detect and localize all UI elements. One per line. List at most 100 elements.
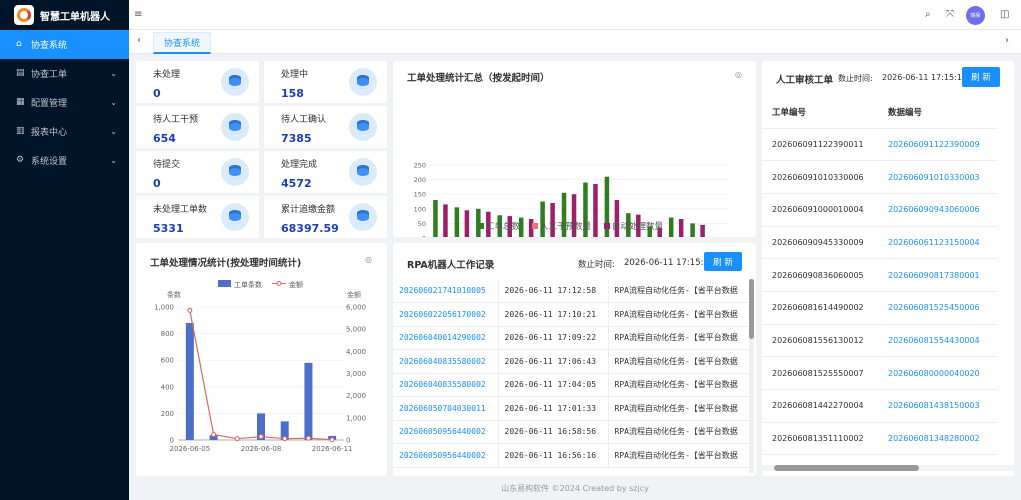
tab-xccha[interactable]: 协查系统 [153,32,212,54]
app-title: 智慧工单机器人 [40,11,110,23]
review-table: 工单编号 数据编号 20260609112239001​1 202606091122… [762,96,997,456]
sidebar-item-label: 协查工单 [31,70,68,80]
stat-pending-submit: 待提交 0 [136,151,259,193]
table-row: 20260608135111000​2 20260608134828000​2 [762,422,997,456]
table-row: 20260605095644000​2 2026-06-11 16:58:56 RP… [393,420,751,444]
record-time: 2026-06-11 17:09:22 [497,326,608,350]
avatar[interactable]: 瑞易 [966,6,985,25]
config-icon: ▦ [16,97,25,107]
chevron-right-icon[interactable]: › [1005,35,1009,46]
table-row: 20260604083558000​2 2026-06-11 17:04:05 RP… [393,373,751,397]
sidebar-item-settings[interactable]: ⚙ 系统设置 ⌄ [0,146,129,175]
sidebar-item-config[interactable]: ▦ 配置管理 ⌄ [0,88,129,117]
topbar: ≡ ⌕ ⤧ 瑞易 ◫ [129,0,1021,30]
task-desc: RPA流程自动化任务-【省平台数据 [607,279,751,303]
stat-label: 未处理工单数 [153,205,208,215]
data-id-link[interactable]: 20260608155443000​4 [878,324,997,358]
stat-value: 0 [153,87,161,100]
database-icon [349,158,377,186]
ticket-id-link[interactable]: 20260604083558000​2 [393,349,498,374]
ticket-id-link[interactable]: 20260605095644000​2 [393,443,498,468]
stat-label: 待提交 [153,160,181,170]
y-tick-label: 0 [422,235,426,238]
table-row: 20260608144227000​4 20260608143815000​3 [762,389,997,423]
legend-label: 工单总数 [486,221,521,232]
layout-icon[interactable]: ◫ [1000,9,1009,20]
summary-chart-card: 工单处理统计汇总（按发起时间） ◎ 0501001502002502026-05… [393,61,756,237]
data-id-link[interactable]: 20260608143815000​3 [878,389,997,423]
chevron-down-icon: ⌄ [110,156,117,165]
ticket-id-link[interactable]: 20260604001429000​2 [393,326,498,350]
ticket-id-link[interactable]: 20260604083558000​2 [393,373,498,397]
footer: 山东易构软件 ©2024 Created by szjcy [501,484,649,493]
ticket-id-link[interactable]: 20260605070403001​1 [393,396,498,421]
review-card: 人工审核工单 数止时间: 2026-06-11 17:15:17 刷 新 工单编… [762,61,1014,476]
table-row: 20260609083606000​5 20260609081738000​1 [762,258,997,292]
data-id-link[interactable]: 20260609094306000​6 [878,193,997,227]
rpa-table: 20260602174101000​5 2026-06-11 17:12:58 RP… [393,279,751,468]
ticket-id: 20260609083606000​5 [762,258,878,292]
table-row: 20260609094533000​9 20260606112315000​4 [762,226,997,260]
chevron-down-icon: ⌄ [110,98,117,107]
data-id-link[interactable]: 20260608000004002​0 [878,356,997,390]
ticket-id-link[interactable]: 20260602205617000​2 [393,302,498,327]
record-time: 2026-06-11 17:06:43 [497,349,608,374]
data-id-link[interactable]: 20260608134828000​2 [878,422,997,456]
menu-toggle-icon[interactable]: ≡ [134,9,142,20]
stat-value: 654 [153,132,176,145]
data-id-link[interactable]: 20260608152545000​6 [878,291,997,325]
database-icon [221,203,249,231]
line-point [282,436,288,442]
stat-recovered-amount: 累计追缴金额 68397.59 [264,196,387,238]
bar-自动处理数量 [700,224,705,237]
sidebar-item-label: 系统设置 [31,157,68,167]
ticket-id: 20260608144227000​4 [762,389,878,423]
data-id-link[interactable]: 20260609081738000​1 [878,258,997,292]
stat-label: 待人工干预 [153,115,199,125]
bar-工单总数 [668,217,674,237]
task-desc: RPA流程自动化任务-【省平台数据 [607,443,751,468]
data-id-link[interactable]: 20260609112239000​9 [878,128,997,162]
ticket-id: 20260608135111000​2 [762,422,878,456]
record-time: 2026-06-11 16:56:16 [497,443,608,468]
y-tick-label: 800 [161,330,174,338]
rpa-refresh-button[interactable]: 刷 新 [704,252,742,271]
sidebar-item-tickets[interactable]: ▤ 协查工单 ⌄ [0,59,129,88]
summary-chart: 0501001502002502026-05-282026-05-292026-… [414,162,730,238]
record-time: 2026-06-11 17:10:21 [497,302,608,327]
search-icon[interactable]: ⌕ [925,9,931,20]
data-id-link[interactable]: 20260606112315000​4 [878,226,997,260]
database-icon [221,158,249,186]
legend-swatch [532,223,538,229]
bar-自动处理数量 [443,204,448,237]
database-icon [349,68,377,96]
bar-count [304,362,313,440]
stat-value: 0 [153,177,161,190]
ticket-id-link[interactable]: 20260605095644000​2 [393,420,498,444]
chevron-left-icon[interactable]: ‹ [137,35,141,46]
sidebar-item-reports[interactable]: ▥ 报表中心 ⌄ [0,117,129,146]
review-refresh-button[interactable]: 刷 新 [962,67,1000,87]
stat-value: 68397.59 [281,222,339,235]
bar-自动处理数量 [464,210,470,237]
table-row: 20260604083558000​2 2026-06-11 17:06:43 RP… [393,349,751,374]
database-icon [349,113,377,141]
y-tick-label: 0 [170,437,174,445]
y2-tick-label: 2,000 [346,392,366,400]
scrollbar[interactable] [762,465,1014,471]
data-id-link[interactable]: 20260609101033000​3 [878,160,997,194]
column-header: 数据编号 [878,96,997,129]
x-tick-label: 2026-06-05 [170,445,211,453]
task-desc: RPA流程自动化任务-【省平台数据 [607,302,751,327]
review-time-label: 数止时间: [838,74,873,83]
review-time-value: 2026-06-11 17:15:17 [882,73,967,82]
record-time: 2026-06-11 17:12:58 [497,279,608,303]
stat-value: 7385 [281,132,312,145]
scrollbar[interactable] [749,279,754,473]
ticket-id-link[interactable]: 20260602174101000​5 [393,279,498,303]
task-desc: RPA流程自动化任务-【省平台数据 [607,373,751,397]
fullscreen-icon[interactable]: ⤧ [946,9,954,20]
stat-label: 未处理 [153,70,181,80]
sidebar-item-xccha[interactable]: ⌂ 协查系统 [0,30,129,59]
stat-processing: 处理中 158 [264,61,387,103]
